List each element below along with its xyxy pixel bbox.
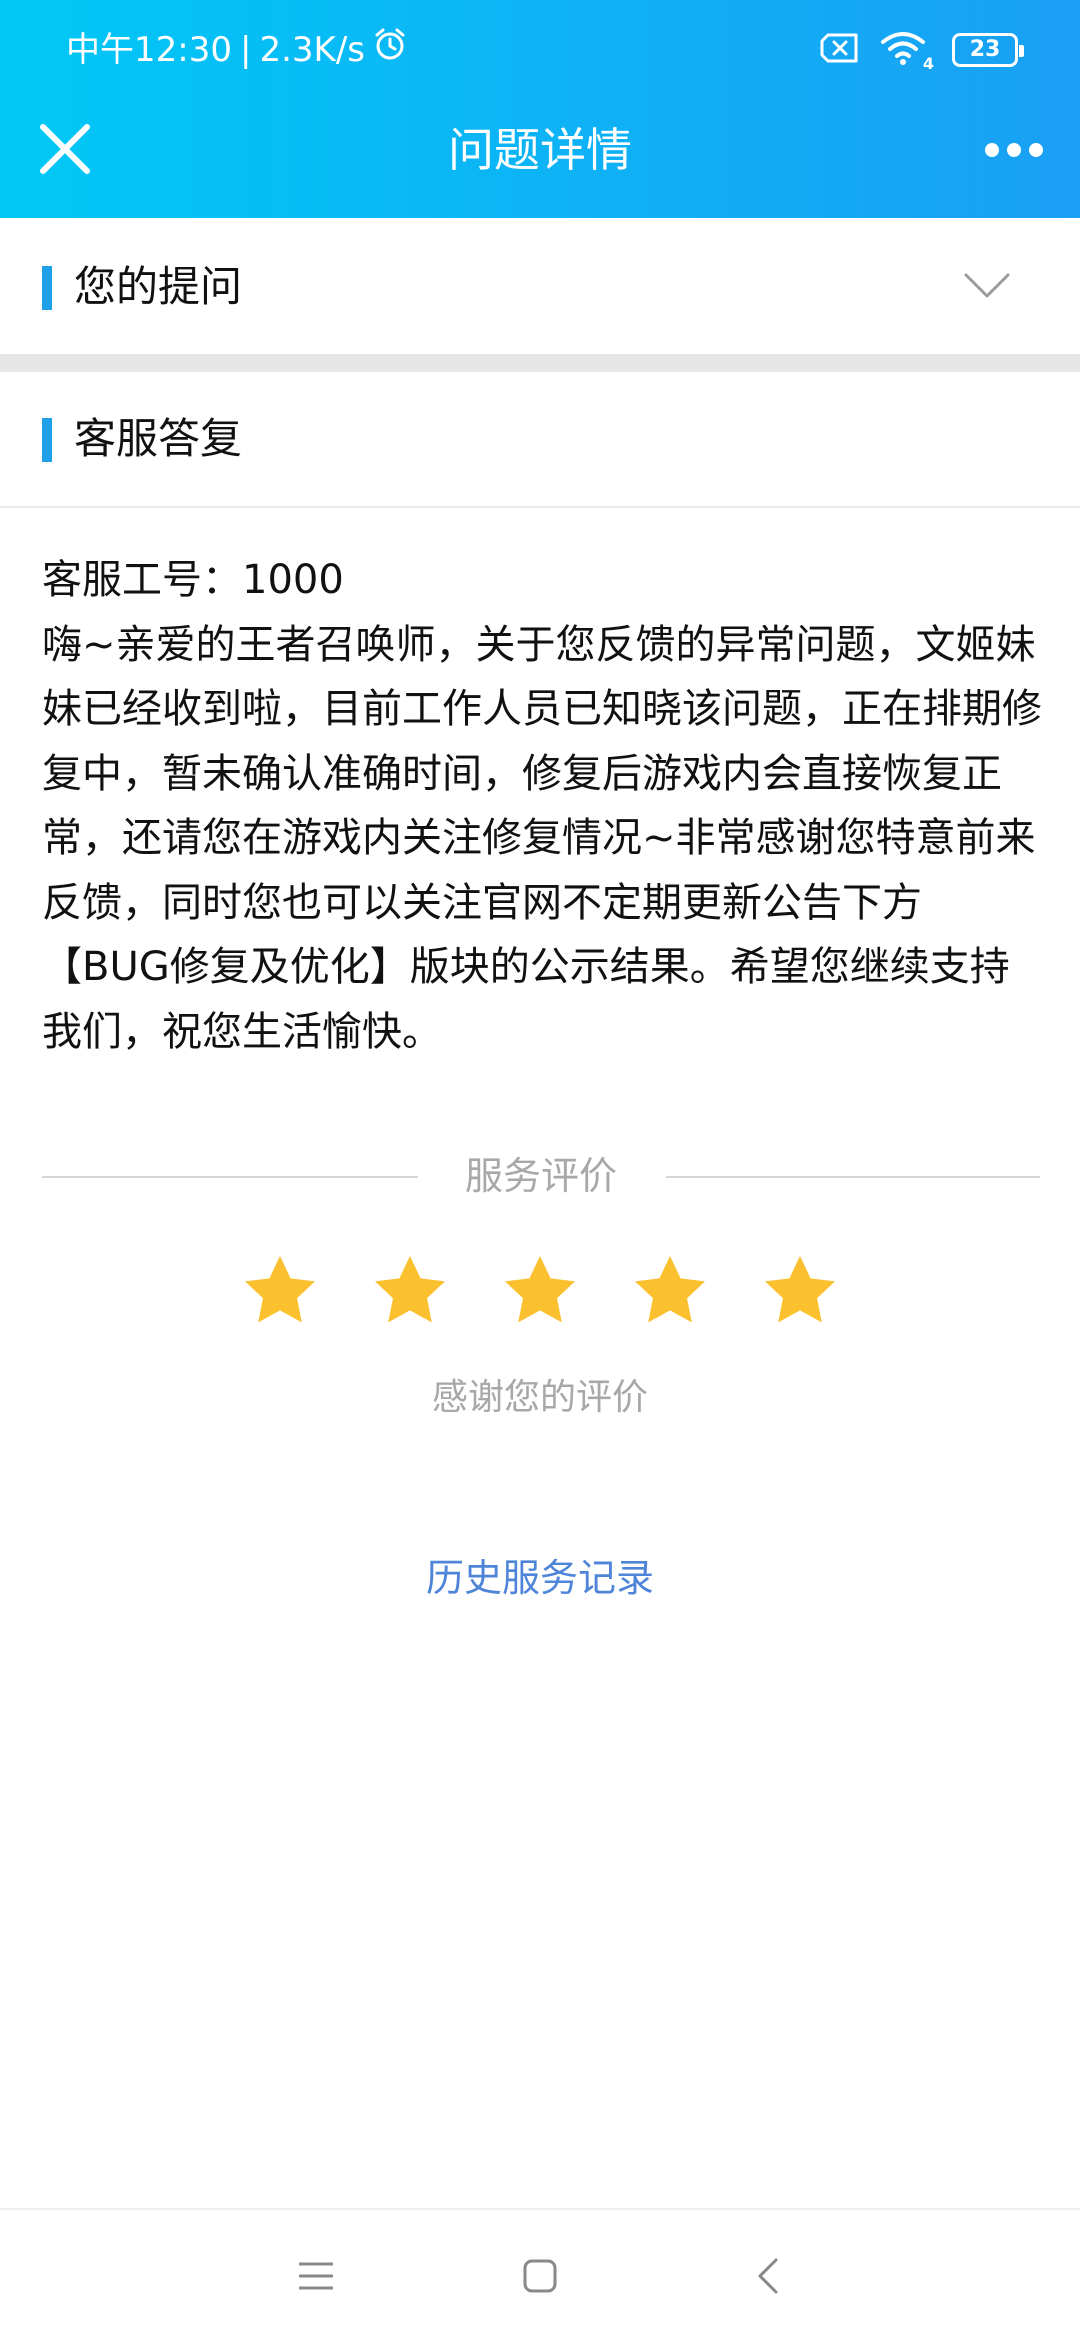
alarm-icon [373, 26, 407, 74]
reply-section: 客服答复 [0, 372, 1080, 506]
section-gap [0, 354, 1080, 372]
home-icon [523, 2259, 557, 2293]
rating-stars [240, 1252, 840, 1332]
history-service-link[interactable]: 历史服务记录 [0, 1548, 1080, 1608]
question-section-title: 您的提问 [74, 262, 243, 311]
network-speed: 2.3K/s [259, 30, 365, 70]
agent-id: 客服工号：1000 [42, 557, 344, 603]
rating-thanks: 感谢您的评价 [431, 1377, 648, 1418]
sim-off-icon [820, 33, 858, 67]
navigation-bar [0, 2208, 1080, 2340]
status-bar: 中午12:30 | 2.3K/s 4 23 [0, 0, 1080, 100]
back-icon [758, 2258, 778, 2294]
menu-button[interactable] [286, 2246, 346, 2306]
wifi-badge: 4 [922, 54, 934, 73]
page-title: 问题详情 [448, 123, 632, 177]
battery-level: 23 [969, 37, 1001, 62]
menu-icon [299, 2262, 333, 2290]
rating-header: 服务评价 [42, 1146, 1040, 1206]
status-right: 4 23 [820, 26, 1024, 74]
close-icon [40, 124, 90, 174]
status-left: 中午12:30 | 2.3K/s [66, 26, 407, 74]
star-icon[interactable] [760, 1252, 840, 1332]
battery-icon: 23 [952, 33, 1024, 67]
title-bar: 问题详情 [0, 100, 1080, 218]
star-icon[interactable] [500, 1252, 580, 1332]
reply-content: 客服工号：1000 嗨~亲爱的王者召唤师，关于您反馈的异常问题，文姬妹妹已经收到… [42, 548, 1042, 1064]
divider [0, 506, 1080, 508]
more-button[interactable] [974, 122, 1054, 178]
reply-section-title: 客服答复 [74, 414, 243, 463]
star-icon[interactable] [370, 1252, 450, 1332]
close-button[interactable] [30, 114, 100, 184]
star-icon[interactable] [240, 1252, 320, 1332]
back-button[interactable] [738, 2246, 798, 2306]
wifi-icon: 4 [880, 30, 934, 72]
reply-text: 嗨~亲爱的王者召唤师，关于您反馈的异常问题，文姬妹妹已经收到啦，目前工作人员已知… [42, 621, 1042, 1055]
section-accent [42, 266, 52, 310]
status-separator: | [239, 30, 252, 70]
star-icon[interactable] [630, 1252, 710, 1332]
status-time: 中午12:30 [66, 30, 232, 70]
section-accent [42, 418, 52, 462]
chevron-down-icon[interactable] [964, 266, 1010, 306]
question-section[interactable]: 您的提问 [0, 218, 1080, 354]
app-header: 中午12:30 | 2.3K/s 4 23 问题详情 [0, 0, 1080, 218]
rating-title: 服务评价 [464, 1154, 617, 1198]
more-icon [985, 143, 1043, 157]
home-button[interactable] [510, 2246, 570, 2306]
